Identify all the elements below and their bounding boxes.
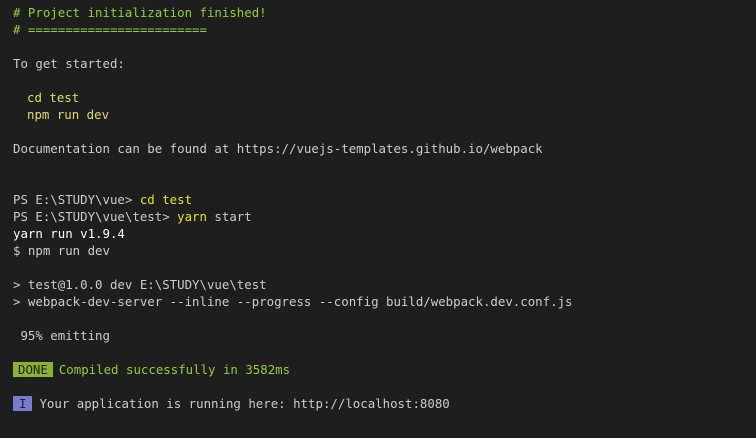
typed-command-arg: start <box>206 209 252 224</box>
running-message: Your application is running here: http:/… <box>39 396 450 411</box>
hint-command-cd: cd test <box>27 90 80 105</box>
shell-prompt: PS E:\STUDY\vue> <box>13 192 140 207</box>
init-finished-comment: # Project initialization finished! <box>13 5 267 20</box>
script-command-line: > webpack-dev-server --inline --progress… <box>13 294 573 309</box>
compile-status-line: DONE Compiled successfully in 3582ms <box>13 361 743 378</box>
prompt-line-cd: PS E:\STUDY\vue> cd test <box>13 191 743 208</box>
script-info-line: > test@1.0.0 dev E:\STUDY\vue\test <box>13 277 267 292</box>
prompt-line-yarn: PS E:\STUDY\vue\test> yarn start <box>13 208 743 225</box>
info-badge: I <box>13 396 33 411</box>
documentation-text: Documentation can be found at https://vu… <box>13 141 543 156</box>
progress-line: 95% emitting <box>13 328 110 343</box>
shell-prompt: PS E:\STUDY\vue\test> <box>13 209 178 224</box>
running-status-line: I Your application is running here: http:… <box>13 395 743 412</box>
npm-run-line: $ npm run dev <box>13 243 110 258</box>
compiled-message: Compiled successfully in 3582ms <box>58 362 291 377</box>
typed-command: cd test <box>139 192 193 207</box>
terminal-window[interactable]: # Project initialization finished! # ===… <box>0 0 756 438</box>
done-badge: DONE <box>13 362 53 377</box>
hint-command-npm: npm run dev <box>27 107 110 122</box>
get-started-text: To get started: <box>13 56 125 71</box>
init-divider-comment: # ======================== <box>13 22 207 37</box>
yarn-version-line: yarn run v1.9.4 <box>13 226 125 241</box>
typed-command-bin: yarn <box>177 209 207 224</box>
